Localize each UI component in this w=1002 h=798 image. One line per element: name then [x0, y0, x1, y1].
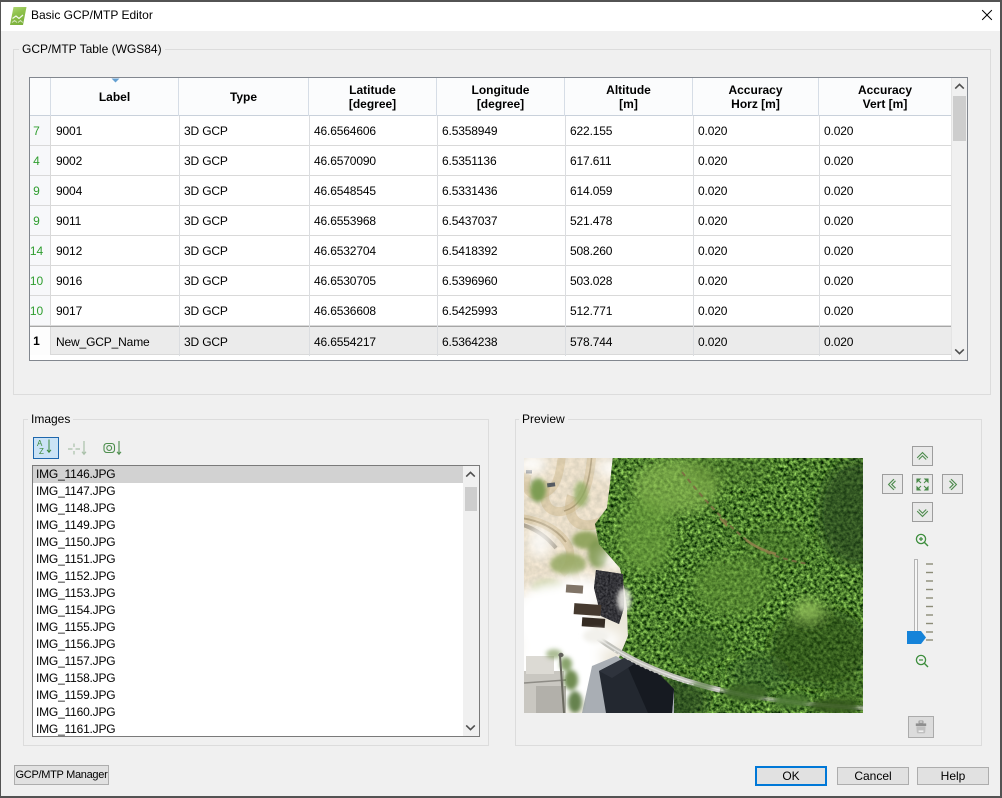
svg-text:Z: Z	[39, 447, 44, 456]
